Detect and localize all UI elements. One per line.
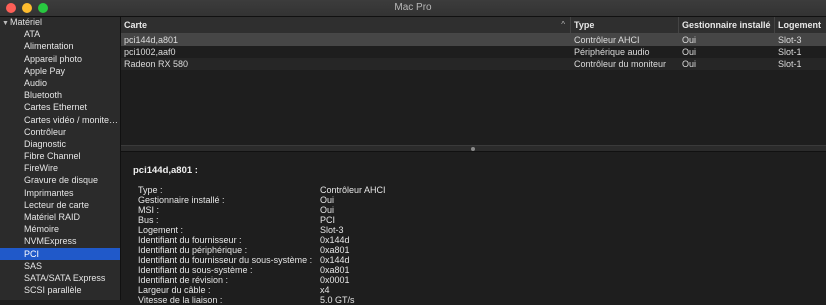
sidebar-item-bluetooth[interactable]: Bluetooth <box>0 89 120 101</box>
detail-key: Bus : <box>138 215 159 225</box>
detail-field: Identifiant de révision : 0x0001 <box>138 275 818 285</box>
detail-value: Oui <box>320 205 335 215</box>
pane-splitter[interactable] <box>121 145 826 152</box>
cell-type: Contrôleur du moniteur <box>574 59 667 69</box>
disclosure-triangle-icon[interactable]: ▼ <box>2 18 10 29</box>
column-header-carte[interactable]: Carte ^ <box>121 17 571 33</box>
sidebar-item-diagnostic[interactable]: Diagnostic <box>0 138 120 150</box>
sidebar-item-cartes-video[interactable]: Cartes vidéo / monite… <box>0 114 120 126</box>
sidebar-item-fibre-channel[interactable]: Fibre Channel <box>0 150 120 162</box>
detail-field: MSI : Oui <box>138 205 818 215</box>
detail-value: PCI <box>320 215 336 225</box>
cell-type: Contrôleur AHCI <box>574 35 640 45</box>
sidebar-item-memoire[interactable]: Mémoire <box>0 223 120 235</box>
detail-title: pci144d,a801 : <box>133 165 198 176</box>
detail-key: Identifiant du fournisseur du sous-systè… <box>138 255 313 265</box>
table-row[interactable]: Radeon RX 580 Contrôleur du moniteur Oui… <box>121 58 826 70</box>
sidebar-item-imprimantes[interactable]: Imprimantes <box>0 187 120 199</box>
sidebar-item-apple-pay[interactable]: Apple Pay <box>0 65 120 77</box>
window-title: Mac Pro <box>394 2 432 13</box>
sidebar-item-gravure-de-disque[interactable]: Gravure de disque <box>0 174 120 186</box>
sort-ascending-icon: ^ <box>561 20 565 29</box>
cell-logement: Slot-1 <box>778 59 802 69</box>
detail-value: 0x144d <box>320 255 350 265</box>
sidebar-item-alimentation[interactable]: Alimentation <box>0 40 120 52</box>
detail-field: Identifiant du fournisseur du sous-systè… <box>138 255 818 265</box>
sidebar-item-appareil-photo[interactable]: Appareil photo <box>0 53 120 65</box>
detail-value: Contrôleur AHCI <box>320 185 386 195</box>
cell-gestionnaire: Oui <box>682 59 697 69</box>
sidebar-item-pci[interactable]: PCI <box>0 247 120 260</box>
sidebar-item-materiel-raid[interactable]: Matériel RAID <box>0 211 120 223</box>
table-row[interactable]: pci144d,a801 Contrôleur AHCI Oui Slot-3 <box>121 34 826 46</box>
detail-field: Bus : PCI <box>138 215 818 225</box>
detail-value: 0xa801 <box>320 245 350 255</box>
sidebar-item-sas[interactable]: SAS <box>0 260 120 272</box>
detail-key: Largeur du câble : <box>138 285 211 295</box>
detail-field: Type : Contrôleur AHCI <box>138 185 818 195</box>
detail-key: Type : <box>138 185 163 195</box>
column-header-type[interactable]: Type <box>571 17 679 33</box>
detail-field: Gestionnaire installé : Oui <box>138 195 818 205</box>
sidebar-item-sata[interactable]: SATA/SATA Express <box>0 272 120 284</box>
cell-type: Périphérique audio <box>574 47 650 57</box>
detail-field: Largeur du câble : x4 <box>138 285 818 295</box>
detail-field: Identifiant du sous-système : 0xa801 <box>138 265 818 275</box>
sidebar-group-label: Matériel <box>10 17 43 27</box>
sidebar-item-cartes-ethernet[interactable]: Cartes Ethernet <box>0 101 120 113</box>
cell-carte: Radeon RX 580 <box>124 59 189 69</box>
detail-key: Logement : <box>138 225 184 235</box>
detail-pane: pci144d,a801 : Type : Contrôleur AHCI Ge… <box>121 152 826 305</box>
detail-value: 0x144d <box>320 235 350 245</box>
detail-field: Identifiant du fournisseur : 0x144d <box>138 235 818 245</box>
cell-gestionnaire: Oui <box>682 47 697 57</box>
detail-field: Vitesse de la liaison : 5.0 GT/s <box>138 295 818 305</box>
cell-gestionnaire: Oui <box>682 35 697 45</box>
detail-key: Identifiant du périphérique : <box>138 245 248 255</box>
detail-key: MSI : <box>138 205 160 215</box>
detail-value: 0xa801 <box>320 265 350 275</box>
sidebar-item-nvmexpress[interactable]: NVMExpress <box>0 235 120 247</box>
detail-key: Vitesse de la liaison : <box>138 295 223 305</box>
table-row[interactable]: pci1002,aaf0 Périphérique audio Oui Slot… <box>121 46 826 58</box>
detail-key: Identifiant du sous-système : <box>138 265 253 275</box>
detail-field: Logement : Slot-3 <box>138 225 818 235</box>
sidebar: ▼Matériel ATA Alimentation Appareil phot… <box>0 17 121 300</box>
sidebar-item-controleur[interactable]: Contrôleur <box>0 126 120 138</box>
cell-carte: pci144d,a801 <box>124 35 179 45</box>
detail-field: Identifiant du périphérique : 0xa801 <box>138 245 818 255</box>
column-header-gestionnaire[interactable]: Gestionnaire installé <box>679 17 775 33</box>
cell-logement: Slot-1 <box>778 47 802 57</box>
sidebar-item-ata[interactable]: ATA <box>0 28 120 40</box>
sidebar-group-materiel[interactable]: ▼Matériel <box>0 17 120 28</box>
sidebar-item-lecteur-de-carte[interactable]: Lecteur de carte <box>0 199 120 211</box>
detail-value: Oui <box>320 195 335 205</box>
detail-value: 5.0 GT/s <box>320 295 355 305</box>
device-table: pci144d,a801 Contrôleur AHCI Oui Slot-3 … <box>121 34 826 145</box>
detail-value: Slot-3 <box>320 225 344 235</box>
cell-carte: pci1002,aaf0 <box>124 47 176 57</box>
splitter-handle-icon[interactable] <box>471 146 475 151</box>
column-header-logement[interactable]: Logement <box>775 17 826 33</box>
main-content: Carte ^ Type Gestionnaire installé Logem… <box>121 17 826 305</box>
detail-key: Identifiant du fournisseur : <box>138 235 242 245</box>
detail-value: 0x0001 <box>320 275 350 285</box>
title-bar: Mac Pro <box>0 0 826 17</box>
column-header-label: Carte <box>124 20 148 30</box>
cell-logement: Slot-3 <box>778 35 802 45</box>
detail-key: Identifiant de révision : <box>138 275 229 285</box>
sidebar-item-audio[interactable]: Audio <box>0 77 120 89</box>
detail-key: Gestionnaire installé : <box>138 195 225 205</box>
sidebar-item-firewire[interactable]: FireWire <box>0 162 120 174</box>
table-header: Carte ^ Type Gestionnaire installé Logem… <box>121 17 826 34</box>
sidebar-item-scsi-parallele[interactable]: SCSI parallèle <box>0 284 120 296</box>
detail-value: x4 <box>320 285 330 295</box>
